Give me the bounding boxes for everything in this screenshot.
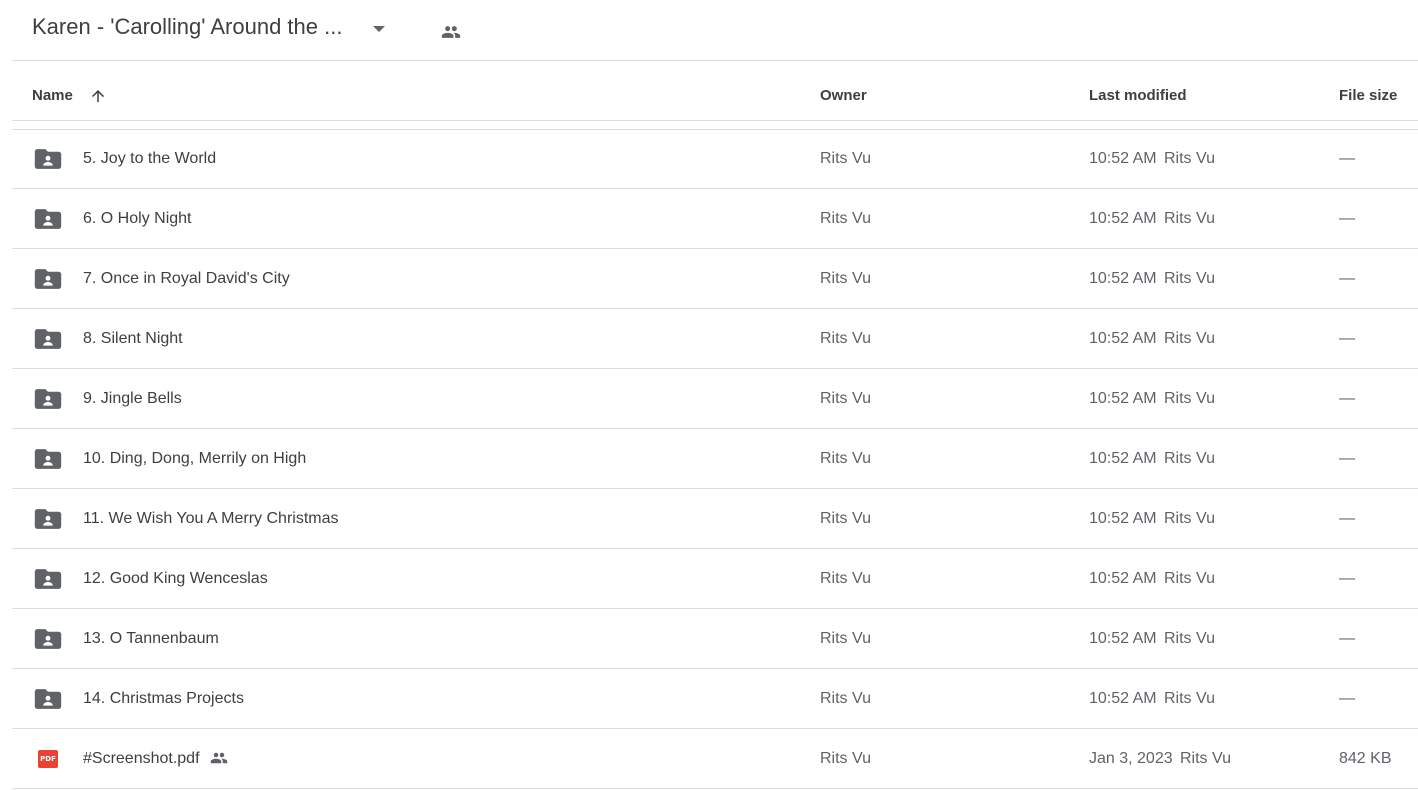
file-row[interactable]: 8. Silent Night Rits Vu 10:52 AM Rits Vu —	[12, 309, 1418, 369]
last-modified-by: Rits Vu	[1164, 630, 1215, 647]
last-modified-by: Rits Vu	[1164, 450, 1215, 467]
caret-down-icon[interactable]	[373, 26, 385, 32]
folder-title[interactable]: Karen - 'Carolling' Around the ...	[32, 14, 342, 40]
last-modified-by: Rits Vu	[1180, 750, 1231, 767]
column-owner[interactable]: Owner	[820, 87, 867, 104]
last-modified-date: 10:52 AM	[1089, 510, 1157, 527]
file-owner: Rits Vu	[820, 570, 871, 587]
last-modified-date: Jan 3, 2023	[1089, 750, 1173, 767]
last-modified-by: Rits Vu	[1164, 690, 1215, 707]
file-size: —	[1339, 390, 1355, 407]
last-modified-date: 10:52 AM	[1089, 690, 1157, 707]
last-modified-by: Rits Vu	[1164, 510, 1215, 527]
file-name[interactable]: 7. Once in Royal David's City	[83, 270, 290, 288]
file-name[interactable]: #Screenshot.pdf	[83, 750, 200, 768]
file-size: —	[1339, 510, 1355, 527]
shared-folder-icon	[34, 268, 62, 290]
people-icon	[210, 752, 228, 764]
shared-folder-icon	[34, 688, 62, 710]
file-row[interactable]: 5. Joy to the World Rits Vu 10:52 AM Rits V…	[12, 129, 1418, 189]
file-owner: Rits Vu	[820, 690, 871, 707]
shared-folder-icon	[34, 328, 62, 350]
file-name[interactable]: 5. Joy to the World	[83, 150, 216, 168]
shared-folder-icon	[34, 388, 62, 410]
file-owner: Rits Vu	[820, 330, 871, 347]
file-row[interactable]: 10. Ding, Dong, Merrily on High Rits Vu 10…	[12, 429, 1418, 489]
shared-folder-icon	[34, 448, 62, 470]
file-size: —	[1339, 330, 1355, 347]
last-modified-date: 10:52 AM	[1089, 570, 1157, 587]
file-name[interactable]: 13. O Tannenbaum	[83, 630, 219, 648]
last-modified-date: 10:52 AM	[1089, 390, 1157, 407]
file-row[interactable]: PDF #Screenshot.pdf Rits Vu Jan 3, 2023 Rits…	[12, 729, 1418, 789]
last-modified-date: 10:52 AM	[1089, 270, 1157, 287]
file-size: —	[1339, 450, 1355, 467]
arrow-up-icon[interactable]	[89, 87, 107, 105]
column-header-row: Name Owner Last modified File size	[12, 61, 1418, 121]
last-modified-by: Rits Vu	[1164, 570, 1215, 587]
file-row[interactable]: 13. O Tannenbaum Rits Vu 10:52 AM Rits Vu —	[12, 609, 1418, 669]
file-row[interactable]: 12. Good King Wenceslas Rits Vu 10:52 AM Ri…	[12, 549, 1418, 609]
last-modified-by: Rits Vu	[1164, 150, 1215, 167]
file-size: —	[1339, 150, 1355, 167]
file-name[interactable]: 9. Jingle Bells	[83, 390, 182, 408]
file-owner: Rits Vu	[820, 150, 871, 167]
file-name[interactable]: 8. Silent Night	[83, 330, 183, 348]
file-size: —	[1339, 570, 1355, 587]
last-modified-date: 10:52 AM	[1089, 630, 1157, 647]
file-owner: Rits Vu	[820, 630, 871, 647]
file-row[interactable]: 14. Christmas Projects Rits Vu 10:52 AM Rit…	[12, 669, 1418, 729]
file-name[interactable]: 11. We Wish You A Merry Christmas	[83, 510, 339, 528]
last-modified-by: Rits Vu	[1164, 270, 1215, 287]
file-row[interactable]: 9. Jingle Bells Rits Vu 10:52 AM Rits Vu —	[12, 369, 1418, 429]
shared-folder-icon	[34, 568, 62, 590]
last-modified-by: Rits Vu	[1164, 330, 1215, 347]
last-modified-by: Rits Vu	[1164, 390, 1215, 407]
file-owner: Rits Vu	[820, 450, 871, 467]
shared-folder-icon	[34, 628, 62, 650]
last-modified-date: 10:52 AM	[1089, 450, 1157, 467]
file-row[interactable]: 7. Once in Royal David's City Rits Vu 10:5…	[12, 249, 1418, 309]
file-size: —	[1339, 210, 1355, 227]
file-list: 5. Joy to the World Rits Vu 10:52 AM Rits V…	[12, 129, 1418, 789]
shared-folder-icon	[34, 508, 62, 530]
file-name[interactable]: 14. Christmas Projects	[83, 690, 244, 708]
file-size: —	[1339, 270, 1355, 287]
file-row[interactable]: 6. O Holy Night Rits Vu 10:52 AM Rits Vu —	[12, 189, 1418, 249]
file-row[interactable]: 11. We Wish You A Merry Christmas Rits Vu…	[12, 489, 1418, 549]
last-modified-by: Rits Vu	[1164, 210, 1215, 227]
file-size: —	[1339, 630, 1355, 647]
file-name[interactable]: 12. Good King Wenceslas	[83, 570, 268, 588]
folder-header: Karen - 'Carolling' Around the ...	[12, 0, 1418, 61]
people-icon[interactable]	[440, 22, 462, 42]
column-name[interactable]: Name	[32, 87, 73, 104]
column-file-size[interactable]: File size	[1339, 87, 1397, 104]
pdf-file-icon: PDF	[38, 750, 58, 768]
file-owner: Rits Vu	[820, 390, 871, 407]
file-owner: Rits Vu	[820, 270, 871, 287]
last-modified-date: 10:52 AM	[1089, 150, 1157, 167]
file-size: —	[1339, 690, 1355, 707]
file-owner: Rits Vu	[820, 510, 871, 527]
shared-folder-icon	[34, 148, 62, 170]
file-owner: Rits Vu	[820, 750, 871, 767]
last-modified-date: 10:52 AM	[1089, 330, 1157, 347]
last-modified-date: 10:52 AM	[1089, 210, 1157, 227]
file-name[interactable]: 6. O Holy Night	[83, 210, 191, 228]
shared-folder-icon	[34, 208, 62, 230]
file-owner: Rits Vu	[820, 210, 871, 227]
column-last-modified[interactable]: Last modified	[1089, 87, 1187, 104]
file-name[interactable]: 10. Ding, Dong, Merrily on High	[83, 450, 306, 468]
file-size: 842 KB	[1339, 750, 1392, 767]
